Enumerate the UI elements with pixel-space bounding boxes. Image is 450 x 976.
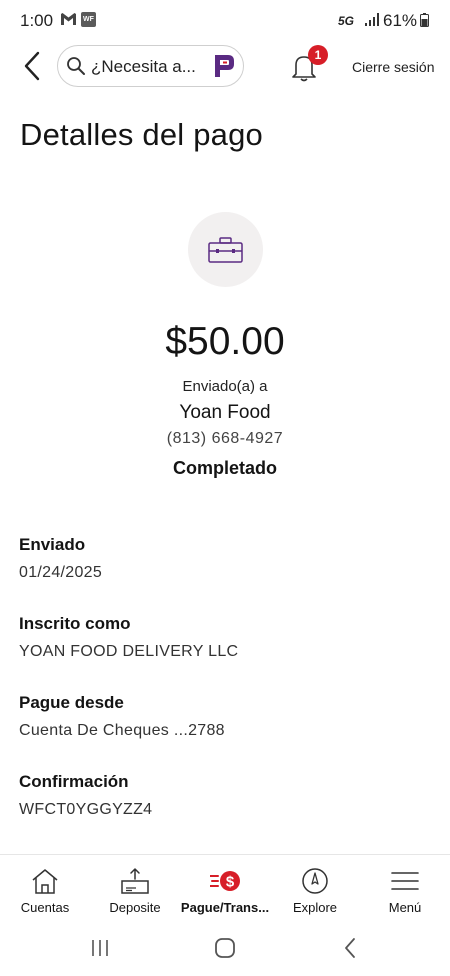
back-button[interactable]: [18, 50, 48, 82]
tab-label-deposit: Deposite: [109, 900, 161, 915]
fargo-icon: [215, 55, 234, 77]
wells-fargo-app-icon: WF: [81, 12, 96, 27]
page-title: Detalles del pago: [20, 117, 263, 152]
notification-badge: 1: [308, 45, 328, 65]
payment-amount: $50.00: [165, 320, 285, 363]
status-bar: 1:00 WF 5G 61%: [0, 0, 450, 40]
tab-deposit[interactable]: Deposite: [90, 855, 180, 921]
recipient-phone: (813) 668-4927: [166, 430, 284, 447]
briefcase-icon: [208, 237, 243, 263]
tab-label-pay-transfer: Pague/Trans...: [180, 900, 270, 915]
detail-value-confirmation: WFCT0YGGYZZ4: [19, 801, 153, 818]
menu-icon: [391, 872, 419, 890]
tab-explore[interactable]: Explore: [270, 855, 360, 921]
detail-label-confirmation: Confirmación: [19, 772, 129, 791]
sent-to-label: Enviado(a) a: [182, 378, 268, 395]
tab-label-menu: Menú: [388, 900, 422, 915]
chevron-left-icon: [24, 51, 40, 81]
battery-percent: 61%: [383, 11, 418, 30]
svg-text:$: $: [226, 874, 235, 891]
recipient-name: Yoan Food: [179, 402, 271, 423]
bottom-tab-bar: Cuentas Deposite $ Pague/Trans... Explor…: [0, 854, 450, 920]
detail-value-pay-from: Cuenta De Cheques ...2788: [19, 722, 225, 739]
system-back-icon[interactable]: [337, 936, 365, 960]
detail-label-pay-from: Pague desde: [19, 693, 124, 712]
network-type: 5G: [338, 14, 355, 28]
recipient-avatar: [188, 212, 263, 287]
detail-label-enrolled-as: Inscrito como: [19, 614, 131, 633]
pay-transfer-icon: $: [210, 871, 240, 891]
search-icon: [67, 57, 85, 75]
detail-value-sent: 01/24/2025: [19, 564, 103, 581]
home-button-icon[interactable]: [211, 936, 239, 960]
tab-label-explore: Explore: [292, 900, 338, 915]
detail-label-sent: Enviado: [19, 535, 86, 554]
top-navigation: ¿Necesita a... 1 Cierre sesión: [0, 40, 450, 94]
signal-icon: [365, 13, 379, 26]
search-placeholder: ¿Necesita a...: [91, 57, 196, 76]
gmail-icon: [61, 13, 76, 25]
fargo-assistant-button[interactable]: [206, 49, 240, 83]
detail-value-enrolled-as: YOAN FOOD DELIVERY LLC: [19, 643, 239, 660]
tab-menu[interactable]: Menú: [360, 855, 450, 921]
payment-status: Completado: [172, 458, 277, 478]
search-input[interactable]: ¿Necesita a...: [57, 45, 244, 87]
status-time: 1:00: [20, 11, 54, 30]
logout-link[interactable]: Cierre sesión: [352, 59, 434, 75]
home-icon: [32, 869, 58, 894]
recent-apps-icon[interactable]: [86, 936, 114, 960]
compass-icon: [302, 868, 328, 894]
deposit-icon: [121, 868, 149, 894]
tab-accounts[interactable]: Cuentas: [0, 855, 90, 921]
tab-label-accounts: Cuentas: [20, 900, 70, 915]
tab-pay-transfer[interactable]: $ Pague/Trans...: [180, 855, 270, 921]
battery-icon: [420, 13, 429, 27]
system-navigation-bar: [0, 920, 450, 976]
